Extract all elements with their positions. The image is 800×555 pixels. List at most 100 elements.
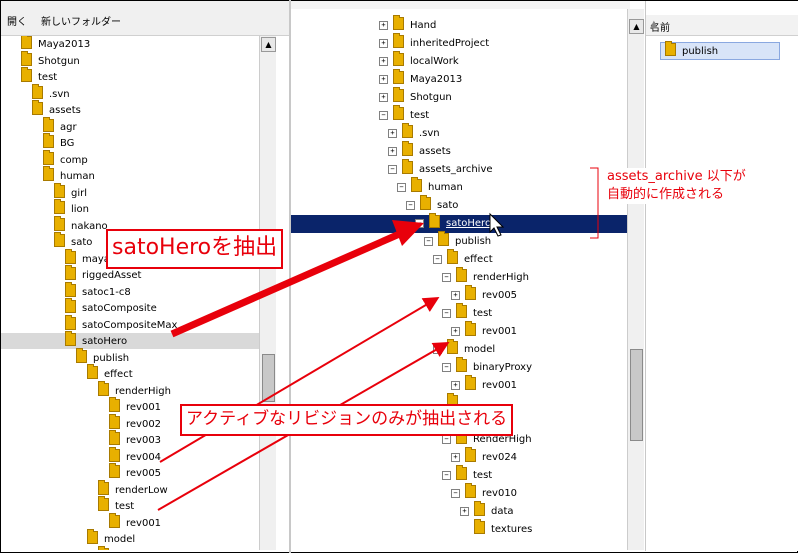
left-tree-item[interactable]: .svn bbox=[1, 83, 259, 102]
middle-tree-item[interactable]: + inheritedProject bbox=[291, 33, 489, 53]
middle-tree-item[interactable]: + rev005 bbox=[291, 285, 517, 305]
expand-icon[interactable]: + bbox=[451, 381, 460, 390]
middle-tree-item[interactable]: + Maya2013 bbox=[291, 69, 462, 89]
left-tree-item[interactable]: satoCompositeMax bbox=[1, 314, 259, 333]
left-tree-item[interactable]: test bbox=[1, 496, 259, 514]
middle-tree-item[interactable]: + Hand bbox=[291, 15, 436, 35]
left-tree-item[interactable]: rev004 bbox=[1, 446, 259, 465]
left-tree-item[interactable]: riggedAsset bbox=[1, 265, 259, 283]
middle-tree-item[interactable]: + rev001 bbox=[291, 375, 517, 395]
middle-tree-label: test bbox=[410, 110, 430, 121]
sort-ascending-icon: ▲ bbox=[650, 19, 658, 30]
middle-tree-label: data bbox=[491, 506, 514, 517]
left-tree-item[interactable]: Maya2013 bbox=[1, 36, 259, 52]
collapse-icon[interactable]: − bbox=[442, 273, 451, 282]
left-tree-item[interactable]: girl bbox=[1, 182, 259, 201]
left-tree-item[interactable]: assets bbox=[1, 100, 259, 118]
middle-tree-item[interactable]: − model bbox=[291, 339, 495, 359]
new-folder-button[interactable]: 新しいフォルダー bbox=[41, 13, 121, 28]
left-tree-item[interactable]: human bbox=[1, 166, 259, 184]
collapse-icon[interactable]: − bbox=[442, 435, 451, 444]
folder-icon bbox=[87, 364, 98, 379]
left-tree-item[interactable]: satoc1-c8 bbox=[1, 281, 259, 300]
middle-tree-item[interactable]: − satoHero bbox=[291, 213, 627, 233]
left-tree-item[interactable]: comp bbox=[1, 149, 259, 168]
collapse-icon[interactable]: − bbox=[442, 471, 451, 480]
folder-icon bbox=[447, 339, 458, 354]
left-tree-item[interactable]: effect bbox=[1, 364, 259, 382]
middle-folder-tree: + Hand + inheritedProject + localWork + Maya201… bbox=[291, 9, 627, 550]
collapse-icon[interactable]: − bbox=[379, 111, 388, 120]
left-tree-item[interactable]: satoComposite bbox=[1, 298, 259, 316]
middle-tree-item[interactable]: textures bbox=[291, 519, 532, 539]
left-tree-item[interactable]: publish bbox=[1, 347, 259, 366]
collapse-icon[interactable]: − bbox=[442, 309, 451, 318]
left-tree-item[interactable]: test bbox=[1, 67, 259, 85]
collapse-icon[interactable]: − bbox=[406, 201, 415, 210]
scroll-up-icon[interactable]: ▲ bbox=[629, 19, 644, 34]
collapse-icon[interactable]: − bbox=[397, 183, 406, 192]
left-tree-item[interactable]: rev005 bbox=[1, 463, 259, 481]
middle-tree-item[interactable]: − binaryProxy bbox=[291, 357, 532, 377]
collapse-icon[interactable]: − bbox=[442, 363, 451, 372]
left-scroll-thumb[interactable] bbox=[262, 354, 275, 402]
expand-icon[interactable]: + bbox=[451, 453, 460, 462]
middle-tree-label: .svn bbox=[419, 128, 440, 139]
left-tree-item[interactable]: renderHigh bbox=[1, 380, 259, 399]
expand-icon[interactable]: + bbox=[379, 57, 388, 66]
middle-scrollbar[interactable]: ▲ bbox=[627, 9, 644, 550]
left-tree-item[interactable]: agr bbox=[1, 116, 259, 135]
folder-icon bbox=[109, 446, 120, 462]
expand-icon[interactable]: + bbox=[388, 129, 397, 138]
expand-icon[interactable]: + bbox=[379, 93, 388, 102]
folder-icon bbox=[474, 519, 485, 534]
collapse-icon[interactable]: − bbox=[424, 237, 433, 246]
folder-icon bbox=[411, 177, 422, 192]
middle-tree-item[interactable]: − renderHigh bbox=[291, 267, 529, 287]
open-button[interactable]: 開く bbox=[7, 13, 27, 28]
middle-tree-item[interactable]: + assets bbox=[291, 141, 451, 161]
middle-tree-item[interactable]: + rev024 bbox=[291, 447, 517, 467]
folder-icon bbox=[109, 512, 120, 528]
middle-tree-item[interactable]: + rev001 bbox=[291, 321, 517, 341]
collapse-icon[interactable]: − bbox=[415, 219, 424, 228]
middle-tree-label: publish bbox=[455, 236, 492, 247]
expand-icon[interactable]: + bbox=[379, 39, 388, 48]
expand-icon[interactable]: + bbox=[388, 147, 397, 156]
collapse-icon[interactable]: − bbox=[433, 345, 442, 354]
middle-tree-item[interactable]: + .svn bbox=[291, 123, 440, 143]
folder-icon bbox=[465, 321, 476, 336]
expand-icon[interactable]: + bbox=[451, 291, 460, 300]
folder-icon bbox=[456, 267, 467, 282]
folder-icon bbox=[65, 314, 76, 330]
folder-icon bbox=[429, 213, 440, 228]
middle-tree-item[interactable]: − human bbox=[291, 177, 463, 197]
left-tree-item[interactable]: BG bbox=[1, 133, 259, 151]
left-scrollbar[interactable]: ▲ bbox=[259, 36, 276, 550]
middle-tree-item[interactable]: − rev010 bbox=[291, 483, 517, 503]
middle-tree-item[interactable]: − assets_archive bbox=[291, 159, 493, 179]
left-tree-item[interactable]: Shotgun bbox=[1, 50, 259, 69]
left-tree-item[interactable]: lion bbox=[1, 199, 259, 217]
left-tree-item[interactable]: binaryProxy bbox=[1, 545, 259, 550]
name-column-header[interactable]: 名前 ▲ bbox=[646, 15, 798, 36]
expand-icon[interactable]: + bbox=[460, 507, 469, 516]
middle-tree-item[interactable]: + localWork bbox=[291, 51, 459, 71]
collapse-icon[interactable]: − bbox=[433, 255, 442, 264]
collapse-icon[interactable]: − bbox=[388, 165, 397, 174]
left-tree-item[interactable]: model bbox=[1, 529, 259, 547]
left-tree-item[interactable]: renderLow bbox=[1, 479, 259, 498]
file-item-publish[interactable]: publish bbox=[660, 41, 780, 60]
left-tree-item[interactable]: rev001 bbox=[1, 512, 259, 531]
middle-tree-item[interactable]: − test bbox=[291, 465, 492, 485]
left-tree-item[interactable]: satoHero bbox=[1, 331, 259, 349]
middle-scroll-thumb[interactable] bbox=[630, 349, 643, 441]
middle-tree-item[interactable]: − test bbox=[291, 303, 492, 323]
collapse-icon[interactable]: − bbox=[451, 489, 460, 498]
scroll-up-icon[interactable]: ▲ bbox=[261, 37, 276, 52]
expand-icon[interactable]: + bbox=[379, 21, 388, 30]
expand-icon[interactable]: + bbox=[379, 75, 388, 84]
middle-tree-item[interactable]: − publish bbox=[291, 231, 492, 251]
expand-icon[interactable]: + bbox=[451, 327, 460, 336]
middle-tree-item[interactable]: + Shotgun bbox=[291, 87, 452, 107]
